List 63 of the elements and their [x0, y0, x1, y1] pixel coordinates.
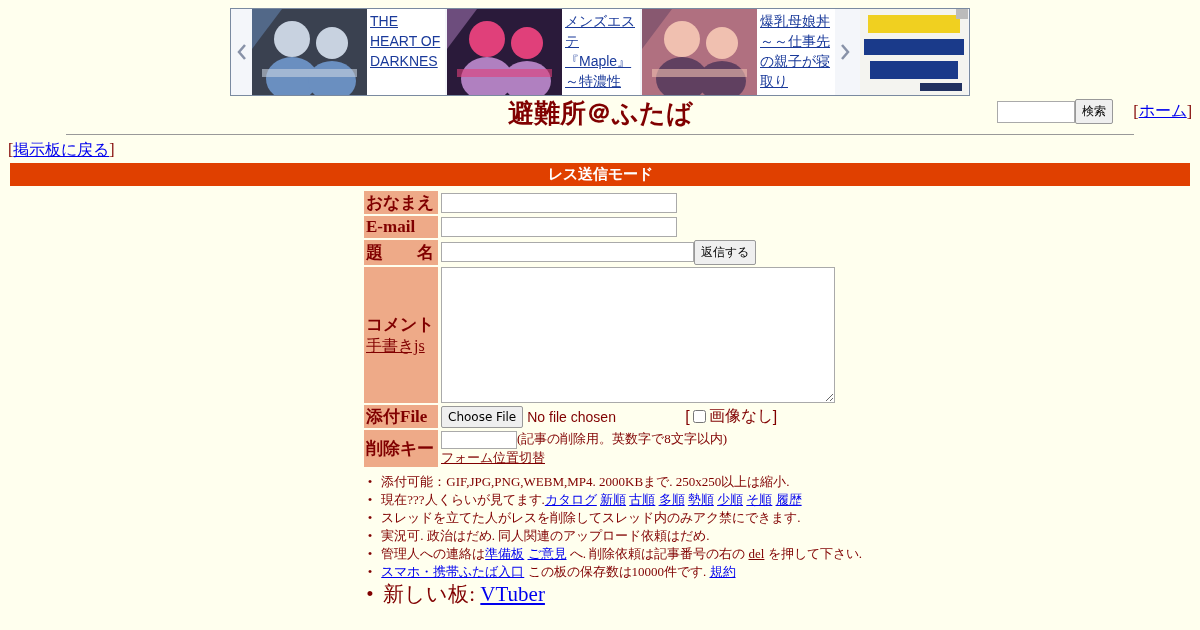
search-field[interactable] [997, 100, 1076, 123]
bullet: • [366, 491, 374, 509]
rule-link[interactable]: そ順 [746, 492, 773, 507]
input-field[interactable] [441, 192, 677, 213]
bullet: • [366, 545, 374, 563]
input-field[interactable] [441, 217, 677, 237]
delete-key-field[interactable] [441, 431, 517, 449]
rule-text: 添付可能：GIF,JPG,PNG,WEBM,MP4. 2000KBまで. 250x250以上は縮小. [381, 474, 790, 489]
rule-text: 新しい板: [383, 582, 476, 606]
rule-link[interactable]: スマホ・携帯ふたば入口 [381, 564, 525, 579]
field-label: おなまえ [364, 191, 438, 214]
back-link[interactable]: 掲示板に戻る [13, 141, 110, 158]
rule-link[interactable]: 少順 [717, 492, 744, 507]
comment-field[interactable] [441, 267, 835, 403]
subject-field[interactable] [441, 241, 694, 262]
bracket: [ [685, 407, 690, 426]
field-label: E-mail [364, 216, 438, 238]
board-title: 避難所＠ふたば [507, 98, 693, 130]
rule-link[interactable]: ご意見 [527, 546, 567, 561]
bracket: [ [8, 141, 14, 158]
rule-link[interactable]: 規約 [709, 564, 736, 579]
bullet: • [366, 527, 374, 545]
previous-icon[interactable] [237, 44, 247, 60]
mode-bar: レス送信モード [10, 163, 1190, 186]
search-button[interactable]: 検索 [1075, 99, 1114, 124]
field-label: 削除キー [364, 430, 438, 467]
bullet: • [366, 473, 374, 491]
del-link[interactable]: del [748, 546, 765, 561]
bracket: [ [1133, 102, 1139, 121]
rule-link[interactable]: カタログ [544, 492, 597, 507]
choose-file-button[interactable]: Choose File [441, 405, 524, 428]
bracket: ] [109, 141, 115, 158]
next-icon[interactable] [840, 44, 850, 60]
bullet: • [366, 563, 374, 581]
rule-text: 現在???人くらいが見てます. [381, 492, 545, 507]
file-status: No file chosen [527, 408, 617, 425]
delete-key-note: (記事の削除用。英数字で8文字以内) [517, 431, 728, 446]
rule-text: 実況可. 政治はだめ. 同人関連のアップロード依頼はだめ. [381, 528, 710, 543]
bracket: ] [772, 407, 778, 426]
rule-link[interactable]: 多順 [658, 492, 685, 507]
bullet: • [365, 581, 375, 607]
rule-link[interactable]: 準備板 [485, 546, 525, 561]
bullet: • [366, 509, 374, 527]
rule-text: スレッドを立てた人がレスを削除してスレッド内のみアク禁にできます. [381, 510, 801, 525]
rule-link[interactable]: 勢順 [687, 492, 714, 507]
home-link[interactable]: ホーム [1138, 101, 1187, 122]
field-label: コメント 手書きjs [364, 267, 438, 403]
rule-text: を押して下さい. [767, 546, 862, 561]
rule-link[interactable]: 新順 [600, 492, 627, 507]
checkbox[interactable] [692, 410, 706, 423]
reply-button[interactable]: 返信する [694, 240, 756, 265]
rule-text: 管理人への連絡は [381, 546, 486, 561]
field-label: 題 名 [364, 240, 438, 265]
rule-text: へ. 削除依頼は記事番号の右の [569, 546, 746, 561]
rule-link[interactable]: VTuber [480, 582, 545, 606]
checkbox-label: 画像なし [708, 406, 773, 427]
form-position-link[interactable]: フォーム位置切替 [441, 450, 545, 465]
field-label: 添付File [364, 405, 438, 428]
bracket: ] [1186, 102, 1192, 121]
handwriting-link[interactable]: 手書きjs [366, 337, 425, 354]
rule-text: この板の保存数は10000件です. [527, 564, 707, 579]
rule-link[interactable]: 履歴 [775, 492, 802, 507]
rule-link[interactable]: 古順 [629, 492, 656, 507]
